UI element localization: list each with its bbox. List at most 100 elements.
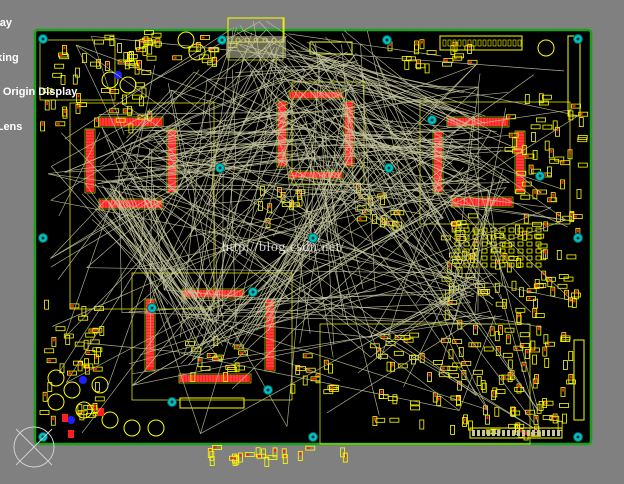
smd-pad bbox=[531, 349, 535, 351]
smd-pad bbox=[173, 56, 177, 59]
mounting-hole-center bbox=[385, 38, 389, 42]
overlay-line-origin-display: ta Origin Display bbox=[2, 86, 78, 98]
smd-pad bbox=[86, 351, 90, 354]
smd-pad bbox=[110, 90, 114, 93]
smd-pad bbox=[437, 397, 440, 401]
smd-pad bbox=[52, 338, 55, 342]
smd-pad bbox=[535, 284, 539, 287]
smd-pad bbox=[576, 229, 579, 233]
smd-pad bbox=[257, 455, 261, 458]
bottom-header-pin bbox=[477, 430, 480, 436]
smd-pad bbox=[492, 391, 495, 395]
red-component bbox=[62, 414, 68, 422]
mounting-hole-center bbox=[576, 236, 580, 240]
smd-pad bbox=[230, 457, 234, 460]
smd-pad bbox=[525, 432, 528, 435]
smd-pad bbox=[304, 354, 308, 357]
smd-pad bbox=[110, 109, 114, 112]
bottom-header-pin bbox=[487, 430, 490, 436]
smd-pad bbox=[469, 61, 472, 64]
smd-pad bbox=[52, 417, 55, 421]
status-overlay-text: play cking ta Origin Display t Lens bbox=[0, 0, 77, 145]
bottom-header-pin bbox=[502, 430, 505, 436]
smd-pad bbox=[213, 58, 216, 62]
smd-pad bbox=[548, 198, 552, 201]
smd-pad bbox=[48, 359, 52, 362]
bottom-header-pin bbox=[522, 430, 525, 436]
bottom-header-pin bbox=[512, 430, 515, 436]
smd-pad bbox=[523, 183, 527, 185]
smd-pad bbox=[543, 348, 546, 352]
smd-pad bbox=[415, 42, 418, 45]
smd-pad bbox=[530, 166, 533, 170]
smd-pad bbox=[562, 388, 564, 392]
smd-pad bbox=[565, 291, 568, 295]
mounting-hole-center bbox=[41, 236, 45, 240]
smd-pad bbox=[544, 222, 547, 226]
mounting-hole-center bbox=[220, 38, 224, 42]
mounting-hole-center bbox=[430, 118, 434, 122]
smd-pad bbox=[491, 327, 494, 331]
smd-pad bbox=[486, 416, 489, 420]
smd-pad bbox=[235, 345, 239, 348]
smd-pad bbox=[552, 193, 555, 197]
smd-pad bbox=[526, 350, 529, 354]
smd-pad bbox=[239, 454, 242, 457]
smd-pad bbox=[44, 393, 47, 397]
target-crosshair-icon bbox=[13, 426, 55, 468]
smd-pad bbox=[561, 161, 565, 164]
smd-pad bbox=[569, 150, 571, 154]
bottom-header-pin bbox=[472, 430, 475, 436]
smd-pad bbox=[507, 335, 510, 339]
smd-pad bbox=[224, 373, 227, 377]
smd-pad bbox=[296, 366, 299, 370]
smd-pad bbox=[535, 375, 538, 379]
bottom-header-pin bbox=[492, 430, 495, 436]
smd-pad bbox=[68, 372, 72, 375]
mounting-hole-center bbox=[387, 166, 391, 170]
smd-pad bbox=[330, 386, 334, 389]
smd-pad bbox=[325, 361, 328, 365]
overlay-line-display: play bbox=[0, 17, 13, 29]
mounting-hole-center bbox=[538, 174, 542, 178]
mounting-hole-center bbox=[251, 290, 255, 294]
smd-pad bbox=[550, 149, 553, 153]
smd-pad bbox=[199, 358, 201, 362]
smd-pad bbox=[434, 394, 437, 397]
overlay-line-lens: t Lens bbox=[0, 120, 23, 133]
smd-pad bbox=[537, 327, 540, 331]
smd-pad bbox=[77, 94, 80, 98]
smd-pad bbox=[510, 134, 514, 137]
smd-pad bbox=[306, 447, 310, 450]
bottom-header-pin bbox=[552, 430, 555, 436]
smd-pad bbox=[421, 40, 423, 44]
bottom-header-pin bbox=[542, 430, 545, 436]
pad-strip bbox=[100, 118, 162, 126]
smd-pad bbox=[79, 362, 82, 366]
smd-pad bbox=[312, 377, 315, 380]
mounting-hole-center bbox=[150, 306, 154, 310]
smd-pad bbox=[572, 105, 576, 108]
smd-pad bbox=[444, 59, 448, 62]
smd-pad bbox=[239, 351, 243, 354]
smd-pad bbox=[533, 190, 536, 194]
mounting-hole-center bbox=[311, 435, 315, 439]
red-component bbox=[98, 408, 104, 416]
smd-pad bbox=[457, 396, 460, 400]
smd-pad bbox=[499, 326, 502, 330]
smd-pad bbox=[373, 417, 376, 421]
smd-pad bbox=[452, 222, 456, 225]
bottom-header-pin bbox=[547, 430, 550, 436]
smd-pad bbox=[380, 390, 383, 394]
smd-pad bbox=[246, 453, 250, 456]
smd-pad bbox=[274, 448, 276, 452]
smd-pad bbox=[518, 385, 520, 388]
smd-pad bbox=[551, 288, 554, 292]
mounting-hole-center bbox=[576, 37, 580, 41]
smd-pad bbox=[94, 404, 96, 408]
smd-pad bbox=[70, 304, 74, 307]
smd-pad bbox=[507, 115, 511, 118]
smd-pad bbox=[575, 290, 578, 294]
smd-pad bbox=[463, 418, 466, 422]
smd-pad bbox=[106, 62, 109, 66]
